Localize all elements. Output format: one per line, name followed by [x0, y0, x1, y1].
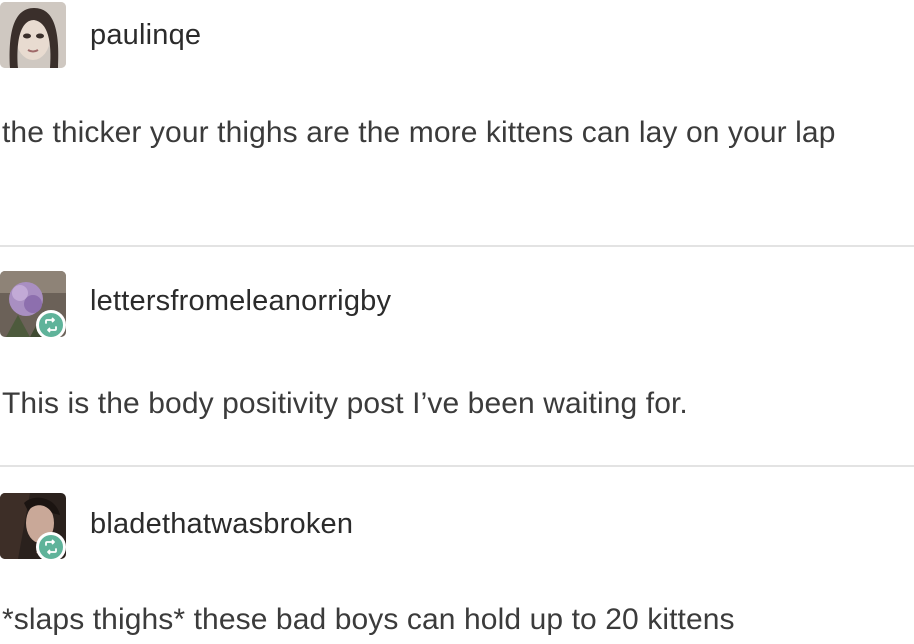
username[interactable]: paulinqe — [90, 19, 201, 52]
username[interactable]: bladethatwasbroken — [90, 508, 353, 541]
post-header: paulinqe — [0, 2, 914, 72]
post-divider — [0, 245, 914, 247]
post-text: the thicker your thighs are the more kit… — [2, 116, 836, 149]
post-divider — [0, 465, 914, 467]
user-avatar-photo-icon — [0, 2, 66, 68]
post-text: *slaps thighs* these bad boys can hold u… — [2, 603, 735, 636]
post-header: lettersfromeleanorrigby — [0, 268, 914, 340]
post-header: bladethatwasbroken — [0, 488, 914, 562]
reblog-icon — [45, 539, 57, 555]
reblog-badge — [36, 532, 66, 562]
reblog-badge — [36, 310, 66, 340]
username[interactable]: lettersfromeleanorrigby — [90, 285, 391, 318]
user-avatar[interactable] — [0, 2, 66, 68]
post-text: This is the body positivity post I’ve be… — [2, 387, 688, 420]
reblog-icon — [45, 317, 57, 333]
